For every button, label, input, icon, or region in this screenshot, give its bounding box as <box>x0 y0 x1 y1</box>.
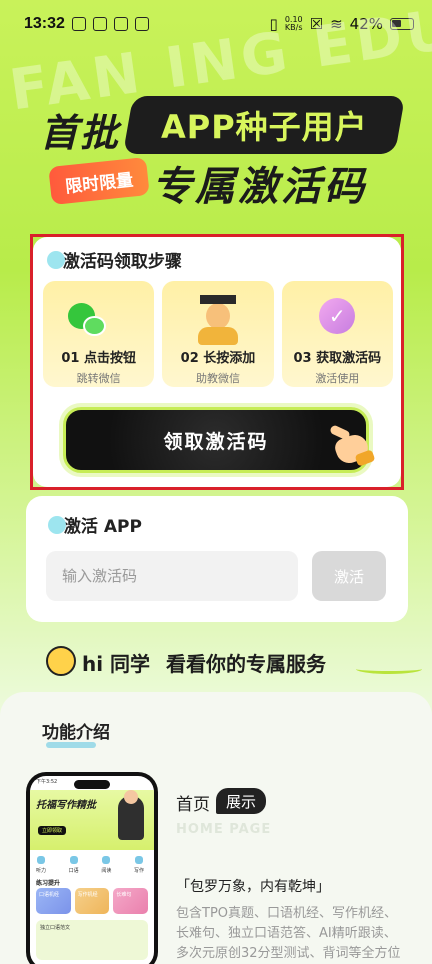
title-dot-icon <box>48 516 66 534</box>
phone-banner-tag: 立即领取 <box>38 826 67 835</box>
phone-status-time: 下午3:52 <box>36 779 58 785</box>
phone-banner-title: 托福写作精批 <box>36 800 96 811</box>
phone-notch <box>74 780 110 789</box>
phone-icon-label: 口语 <box>68 868 79 874</box>
phone-bottom-text: 独立口语范文 <box>40 925 71 931</box>
status-time: 13:32 <box>24 15 65 32</box>
home-quote: 「包罗万象，内有乾坤」 <box>176 879 330 895</box>
phone-bottom-card: 独立口语范文 <box>36 920 148 960</box>
activate-title-text: 激活 APP <box>63 517 142 537</box>
hero-banner: 首批 APP种子用户 限时限量 专属激活码 <box>0 96 432 216</box>
home-chip: 展示 <box>216 788 267 814</box>
smile-face-icon <box>46 646 76 676</box>
phone-tile: 写作机经 <box>74 888 110 914</box>
teacher-avatar <box>118 790 144 840</box>
hero-subtitle: 专属激活码 <box>152 164 367 210</box>
greeting-line: hi 同学 看看你的专属服务 <box>46 644 422 684</box>
phone-icon-label: 听力 <box>36 868 47 874</box>
phone-icon-label: 阅读 <box>101 868 112 874</box>
home-description: 包含TPO真题、口语机经、写作机经、长难句、独立口语范答、AI精听跟读、多次元原… <box>176 906 401 961</box>
phone-tile: 长难句 <box>113 888 149 914</box>
activate-card: 激活 APP 激活 <box>26 496 408 622</box>
greeting-tagline: 看看你的专属服务 <box>166 652 326 676</box>
phone-screen: 下午3:52 托福写作精批 立即领取 听力 口语 阅读 写作 练习提升 口语机经… <box>30 776 154 964</box>
feature-title-underline <box>46 742 96 748</box>
speaking-icon: 口语 <box>69 856 79 874</box>
app-notification-icon <box>71 17 86 31</box>
home-english-title: HOME PAGE <box>176 822 272 837</box>
message-notification-icon <box>113 17 128 31</box>
reading-icon: 阅读 <box>101 856 111 874</box>
listening-icon: 听力 <box>36 856 46 874</box>
phone-tile: 口语机经 <box>36 888 71 914</box>
status-left: 13:32 <box>24 15 149 33</box>
link-notification-icon <box>134 17 149 31</box>
phone-section-title: 练习提升 <box>36 880 61 887</box>
hero-prefix: 首批 <box>40 111 121 155</box>
hero-pill-text: APP种子用户 <box>160 108 368 146</box>
feature-title: 功能介绍 <box>42 723 110 743</box>
phone-banner: 托福写作精批 立即领取 <box>30 790 154 850</box>
activate-button[interactable]: 激活 <box>312 551 386 601</box>
mail-notification-icon <box>92 17 107 31</box>
greeting-text: hi 同学 <box>82 652 151 676</box>
hero-pill: APP种子用户 <box>122 96 406 154</box>
phone-mockup: 下午3:52 托福写作精批 立即领取 听力 口语 阅读 写作 练习提升 口语机经… <box>26 772 158 964</box>
feature-panel: 功能介绍 下午3:52 托福写作精批 立即领取 听力 口语 阅读 写作 练习提升… <box>0 692 432 964</box>
activation-code-input[interactable] <box>46 551 298 601</box>
phone-icon-row: 听力 口语 阅读 写作 <box>36 856 144 874</box>
home-title: 首页 <box>176 795 210 815</box>
phone-tiles: 口语机经 写作机经 长难句 <box>36 888 149 914</box>
squiggle-decoration <box>356 664 422 674</box>
activate-title: 激活 APP <box>48 512 142 537</box>
writing-icon: 写作 <box>134 856 144 874</box>
limited-badge: 限时限量 <box>48 156 150 206</box>
highlight-frame <box>30 234 404 490</box>
phone-icon-label: 写作 <box>133 868 144 874</box>
